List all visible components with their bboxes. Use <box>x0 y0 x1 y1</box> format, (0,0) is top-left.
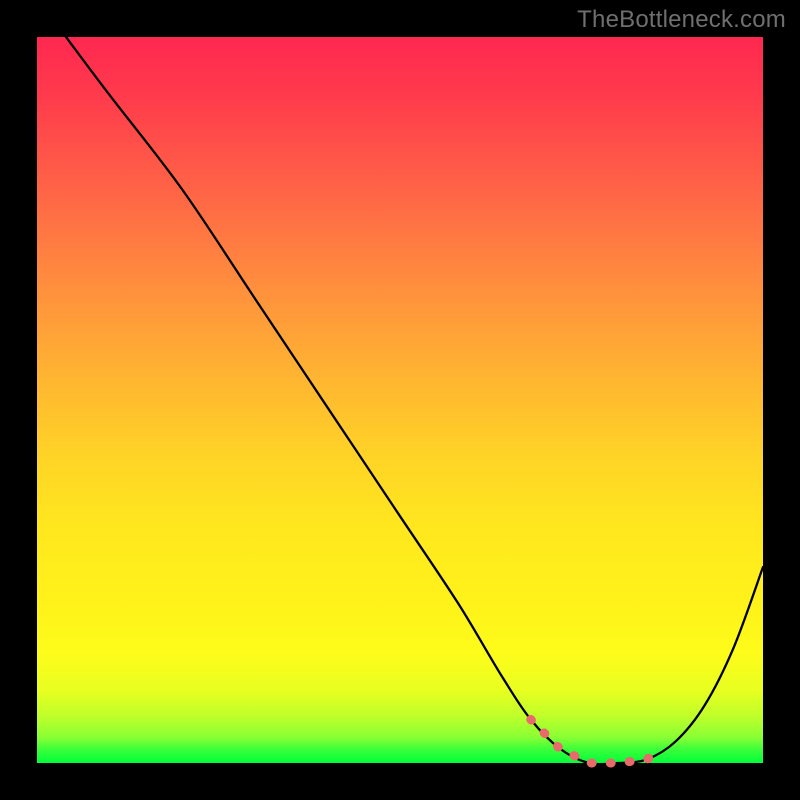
curve-layer <box>37 37 763 763</box>
chart-container: TheBottleneck.com <box>0 0 800 800</box>
attribution-label: TheBottleneck.com <box>577 6 786 34</box>
bottleneck-curve <box>66 37 763 764</box>
plot-area <box>37 37 763 763</box>
